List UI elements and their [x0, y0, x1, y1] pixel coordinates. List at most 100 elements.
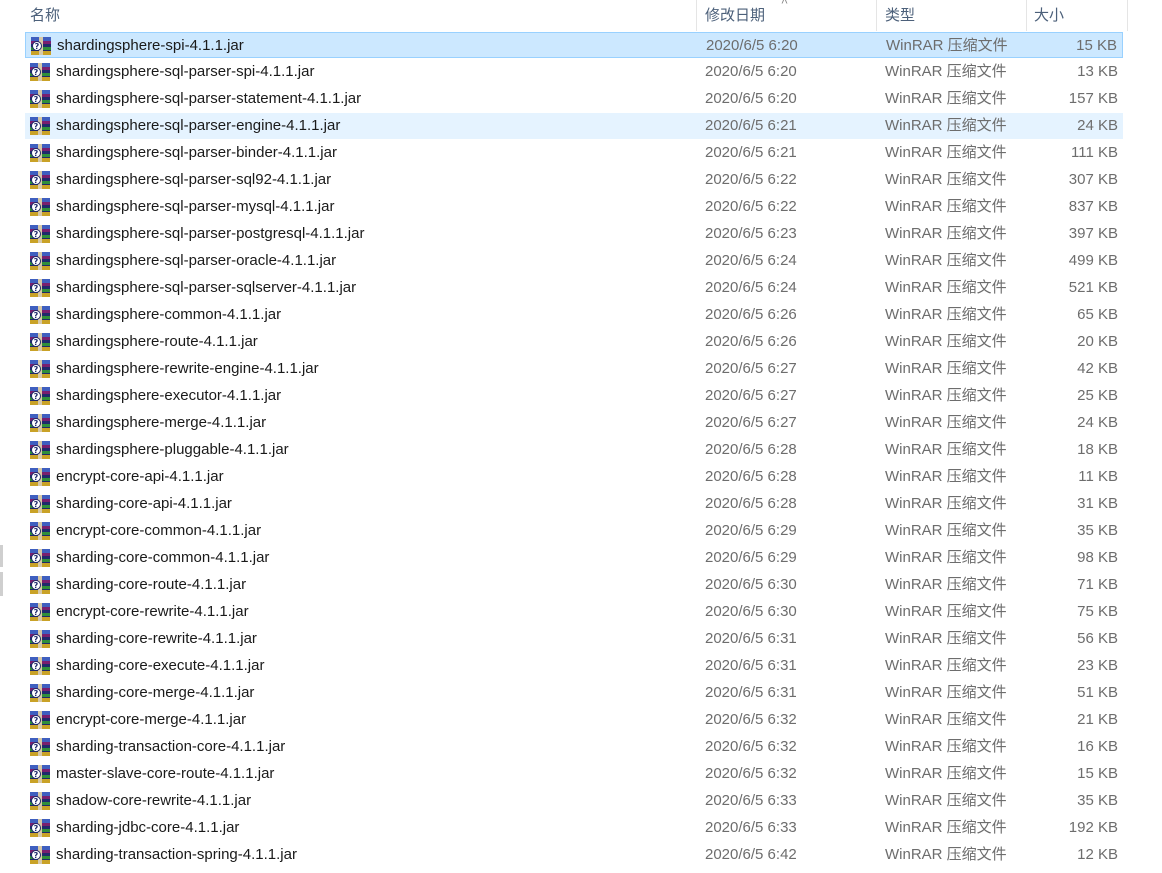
file-row[interactable]: ? shardingsphere-sql-parser-oracle-4.1.1.…	[25, 248, 1123, 274]
file-row[interactable]: ? shardingsphere-sql-parser-binder-4.1.1.…	[25, 140, 1123, 166]
svg-text:?: ?	[34, 203, 39, 212]
svg-text:?: ?	[34, 392, 39, 401]
file-size: 13 KB	[1077, 63, 1118, 80]
svg-text:?: ?	[34, 554, 39, 563]
file-modified-date: 2020/6/5 6:31	[705, 657, 797, 674]
file-modified-date: 2020/6/5 6:32	[705, 711, 797, 728]
file-size: 35 KB	[1077, 522, 1118, 539]
file-name: shardingsphere-sql-parser-sql92-4.1.1.ja…	[56, 171, 332, 188]
file-type: WinRAR 压缩文件	[885, 630, 1007, 647]
svg-text:?: ?	[34, 851, 39, 860]
file-size: 192 KB	[1068, 819, 1118, 836]
winrar-archive-icon: ?	[30, 225, 50, 243]
file-size: 23 KB	[1077, 657, 1118, 674]
file-modified-date: 2020/6/5 6:32	[705, 765, 797, 782]
file-name: encrypt-core-rewrite-4.1.1.jar	[56, 603, 249, 620]
column-header-name[interactable]: 名称	[25, 0, 697, 31]
file-row[interactable]: ? encrypt-core-rewrite-4.1.1.jar 2020/6/5 …	[25, 599, 1123, 625]
file-modified-date: 2020/6/5 6:27	[705, 387, 797, 404]
svg-text:?: ?	[34, 581, 39, 590]
file-name: sharding-core-merge-4.1.1.jar	[56, 684, 255, 701]
file-type: WinRAR 压缩文件	[885, 441, 1007, 458]
winrar-archive-icon: ?	[30, 198, 50, 216]
file-name: encrypt-core-common-4.1.1.jar	[56, 522, 262, 539]
winrar-archive-icon: ?	[30, 765, 50, 783]
file-row[interactable]: ? sharding-core-merge-4.1.1.jar 2020/6/5 6…	[25, 680, 1123, 706]
file-row[interactable]: ? encrypt-core-api-4.1.1.jar 2020/6/5 6:28…	[25, 464, 1123, 490]
file-row[interactable]: ? shardingsphere-common-4.1.1.jar 2020/6/5…	[25, 302, 1123, 328]
file-row[interactable]: ? shardingsphere-executor-4.1.1.jar 2020/6…	[25, 383, 1123, 409]
file-type: WinRAR 压缩文件	[885, 819, 1007, 836]
file-modified-date: 2020/6/5 6:28	[705, 441, 797, 458]
file-row[interactable]: ? shardingsphere-sql-parser-spi-4.1.1.jar…	[25, 59, 1123, 85]
file-size: 24 KB	[1077, 414, 1118, 431]
file-modified-date: 2020/6/5 6:28	[705, 468, 797, 485]
column-header-type[interactable]: 类型	[880, 0, 1027, 31]
file-modified-date: 2020/6/5 6:31	[705, 684, 797, 701]
file-type: WinRAR 压缩文件	[885, 657, 1007, 674]
file-row[interactable]: ? encrypt-core-common-4.1.1.jar 2020/6/5 6…	[25, 518, 1123, 544]
file-size: 15 KB	[1076, 37, 1117, 54]
svg-text:?: ?	[34, 770, 39, 779]
file-name: shardingsphere-executor-4.1.1.jar	[56, 387, 282, 404]
file-size: 71 KB	[1077, 576, 1118, 593]
file-row[interactable]: ? sharding-transaction-spring-4.1.1.jar 20…	[25, 842, 1123, 868]
file-name: shardingsphere-sql-parser-spi-4.1.1.jar	[56, 63, 315, 80]
winrar-archive-icon: ?	[30, 144, 50, 162]
file-row[interactable]: ? sharding-core-common-4.1.1.jar 2020/6/5 …	[25, 545, 1123, 571]
svg-text:?: ?	[34, 797, 39, 806]
file-size: 12 KB	[1077, 846, 1118, 863]
winrar-archive-icon: ?	[30, 63, 50, 81]
chevron-up-icon: ˄	[781, 0, 789, 8]
column-header-size[interactable]: 大小	[1029, 0, 1128, 31]
winrar-archive-icon: ?	[30, 603, 50, 621]
svg-text:?: ?	[34, 662, 39, 671]
file-row[interactable]: ? shardingsphere-merge-4.1.1.jar 2020/6/5 …	[25, 410, 1123, 436]
file-type: WinRAR 压缩文件	[885, 144, 1007, 161]
svg-text:?: ?	[34, 68, 39, 77]
svg-text:?: ?	[34, 257, 39, 266]
svg-text:?: ?	[35, 42, 40, 51]
file-row[interactable]: ? sharding-core-rewrite-4.1.1.jar 2020/6/5…	[25, 626, 1123, 652]
file-size: 51 KB	[1077, 684, 1118, 701]
file-row[interactable]: ? shardingsphere-sql-parser-mysql-4.1.1.j…	[25, 194, 1123, 220]
file-row[interactable]: ? shardingsphere-route-4.1.1.jar 2020/6/5 …	[25, 329, 1123, 355]
file-row[interactable]: ? shardingsphere-sql-parser-sql92-4.1.1.j…	[25, 167, 1123, 193]
file-name: shardingsphere-route-4.1.1.jar	[56, 333, 258, 350]
column-header-date[interactable]: 修改日期	[700, 0, 877, 31]
svg-text:?: ?	[34, 716, 39, 725]
file-row[interactable]: ? shardingsphere-spi-4.1.1.jar 2020/6/5 6:…	[25, 32, 1123, 58]
file-name: shardingsphere-sql-parser-statement-4.1.…	[56, 90, 362, 107]
file-row[interactable]: ? shadow-core-rewrite-4.1.1.jar 2020/6/5 6…	[25, 788, 1123, 814]
file-type: WinRAR 压缩文件	[885, 549, 1007, 566]
file-row[interactable]: ? master-slave-core-route-4.1.1.jar 2020/6…	[25, 761, 1123, 787]
svg-text:?: ?	[34, 95, 39, 104]
file-row[interactable]: ? shardingsphere-pluggable-4.1.1.jar 2020/…	[25, 437, 1123, 463]
file-modified-date: 2020/6/5 6:26	[705, 306, 797, 323]
nav-pane-mark	[0, 545, 3, 567]
file-type: WinRAR 压缩文件	[885, 846, 1007, 863]
file-row[interactable]: ? encrypt-core-merge-4.1.1.jar 2020/6/5 6:…	[25, 707, 1123, 733]
file-type: WinRAR 压缩文件	[885, 414, 1007, 431]
file-row[interactable]: ? sharding-core-execute-4.1.1.jar 2020/6/5…	[25, 653, 1123, 679]
svg-text:?: ?	[34, 230, 39, 239]
file-size: 307 KB	[1068, 171, 1118, 188]
file-row[interactable]: ? shardingsphere-sql-parser-postgresql-4.…	[25, 221, 1123, 247]
svg-text:?: ?	[34, 176, 39, 185]
file-row[interactable]: ? sharding-transaction-core-4.1.1.jar 2020…	[25, 734, 1123, 760]
file-row[interactable]: ? sharding-jdbc-core-4.1.1.jar 2020/6/5 6:…	[25, 815, 1123, 841]
file-row[interactable]: ? shardingsphere-sql-parser-sqlserver-4.1…	[25, 275, 1123, 301]
file-size: 18 KB	[1077, 441, 1118, 458]
file-row[interactable]: ? shardingsphere-rewrite-engine-4.1.1.jar…	[25, 356, 1123, 382]
file-row[interactable]: ? sharding-core-route-4.1.1.jar 2020/6/5 6…	[25, 572, 1123, 598]
file-row[interactable]: ? sharding-core-api-4.1.1.jar 2020/6/5 6:2…	[25, 491, 1123, 517]
file-type: WinRAR 压缩文件	[885, 225, 1007, 242]
file-type: WinRAR 压缩文件	[886, 37, 1008, 54]
file-row[interactable]: ? shardingsphere-sql-parser-statement-4.1…	[25, 86, 1123, 112]
file-modified-date: 2020/6/5 6:21	[705, 117, 797, 134]
winrar-archive-icon: ?	[30, 414, 50, 432]
winrar-archive-icon: ?	[30, 387, 50, 405]
file-row[interactable]: ? shardingsphere-sql-parser-engine-4.1.1.…	[25, 113, 1123, 139]
file-size: 21 KB	[1077, 711, 1118, 728]
svg-text:?: ?	[34, 338, 39, 347]
